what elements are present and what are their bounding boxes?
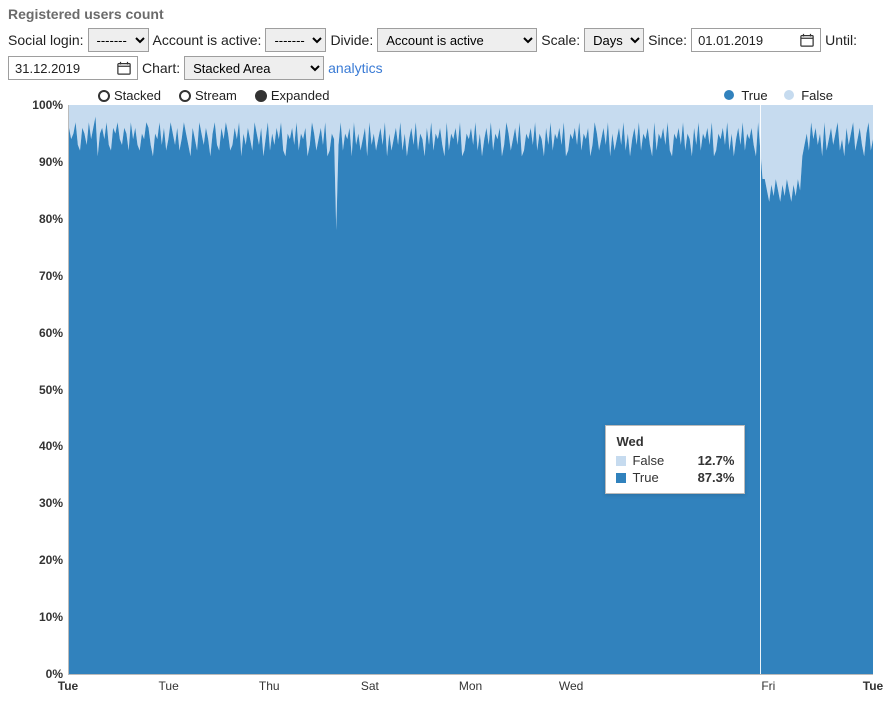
x-axis-label: Fri [761,679,775,693]
chart: Wed False 12.7% True 87.3% 0% 10% 20% 30% 40… [8,105,883,697]
radio-icon [179,90,191,102]
analytics-link[interactable]: analytics [328,60,382,76]
x-axis-label: Thu [259,679,280,693]
tooltip-swatch-icon [616,456,626,466]
filter-bar: Social login: ------- Account is active:… [8,28,883,80]
chart-plot-area[interactable]: Wed False 12.7% True 87.3% 0%10%20%30%40… [68,105,873,675]
area-series-true [69,116,873,674]
until-label: Until: [825,32,857,48]
radio-icon [255,90,267,102]
tooltip-swatch-icon [616,473,626,483]
legend-label: False [801,88,833,103]
x-axis-label: Tue [58,679,78,693]
x-axis: TueTueThuSatMonWedFriTue [68,675,873,697]
social-login-label: Social login: [8,32,84,48]
y-axis-label: 50% [19,383,63,397]
scale-label: Scale: [541,32,580,48]
y-axis-label: 100% [19,98,63,112]
legend-label: True [741,88,767,103]
y-axis-label: 70% [19,269,63,283]
scale-select[interactable]: Days [584,28,644,52]
tooltip-false-label: False [632,453,664,468]
radio-icon [98,90,110,102]
y-axis-label: 20% [19,553,63,567]
legend-item-true[interactable]: True [724,88,768,103]
series-legend: True False [724,88,883,103]
view-mode-stacked[interactable]: Stacked [98,88,161,103]
since-date-value: 01.01.2019 [698,33,763,48]
tooltip-true-label: True [632,470,658,485]
y-axis-label: 30% [19,496,63,510]
account-active-label: Account is active: [153,32,262,48]
y-axis-label: 90% [19,155,63,169]
tooltip-false-value: 12.7% [698,453,735,468]
until-date-value: 31.12.2019 [15,61,80,76]
hover-guideline [760,105,761,674]
since-date-input[interactable]: 01.01.2019 [691,28,821,52]
chart-tooltip: Wed False 12.7% True 87.3% [605,425,745,494]
calendar-icon [800,33,814,47]
legend-swatch-icon [784,90,794,100]
divide-label: Divide: [330,32,373,48]
tooltip-true-value: 87.3% [698,470,735,485]
account-active-select[interactable]: ------- [265,28,326,52]
legend-item-false[interactable]: False [784,88,833,103]
area-svg [69,105,873,674]
view-mode-expanded[interactable]: Expanded [255,88,330,103]
chart-type-label: Chart: [142,60,180,76]
chart-type-select[interactable]: Stacked Area [184,56,324,80]
tooltip-day: Wed [616,434,734,449]
x-axis-label: Tue [159,679,179,693]
since-label: Since: [648,32,687,48]
legend-swatch-icon [724,90,734,100]
y-axis-label: 10% [19,610,63,624]
x-axis-label: Wed [559,679,583,693]
calendar-icon [117,61,131,75]
view-mode-label: Stacked [114,88,161,103]
view-mode-stream[interactable]: Stream [179,88,237,103]
page-title: Registered users count [8,6,883,22]
x-axis-label: Sat [361,679,379,693]
view-mode-label: Expanded [271,88,330,103]
y-axis-label: 0% [19,667,63,681]
until-date-input[interactable]: 31.12.2019 [8,56,138,80]
view-mode-label: Stream [195,88,237,103]
y-axis-label: 80% [19,212,63,226]
divide-select[interactable]: Account is active [377,28,537,52]
y-axis-label: 60% [19,326,63,340]
y-axis-label: 40% [19,439,63,453]
social-login-select[interactable]: ------- [88,28,149,52]
x-axis-label: Tue [863,679,883,693]
x-axis-label: Mon [459,679,482,693]
